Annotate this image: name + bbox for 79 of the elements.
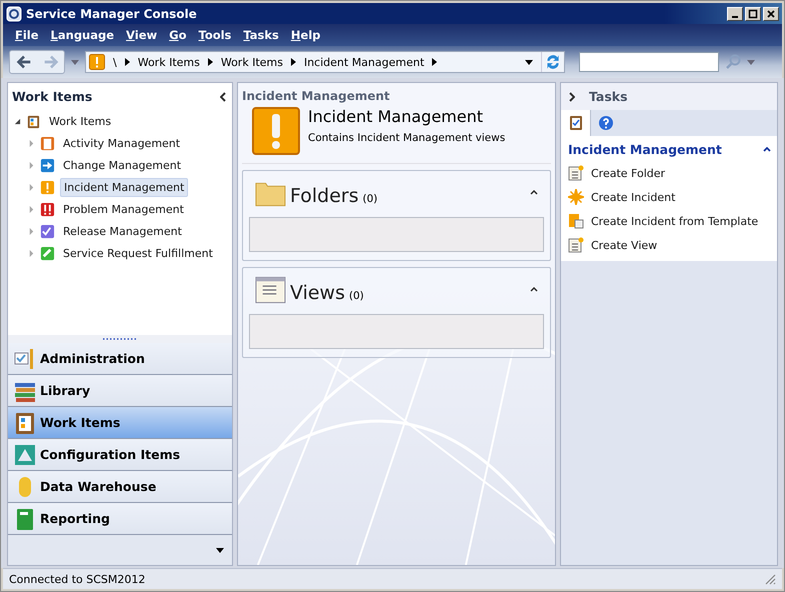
template-icon — [568, 213, 584, 229]
menu-item[interactable]: Tools — [192, 26, 238, 44]
content-title: Incident Management — [308, 107, 484, 126]
clipboard-icon — [568, 115, 584, 131]
chevron-icon[interactable] — [432, 58, 438, 66]
tasks-tab[interactable] — [561, 110, 591, 136]
item-count: (0) — [362, 193, 378, 207]
workspace-button[interactable]: Administration — [8, 343, 232, 375]
tree-item[interactable]: Service Request Fulfillment — [60, 244, 216, 262]
menu-item[interactable]: Language — [44, 26, 120, 44]
tree-item[interactable]: Problem Management — [60, 200, 187, 218]
task-link[interactable]: Create View — [591, 238, 658, 252]
status-text: Connected to SCSM2012 — [9, 572, 146, 586]
workspace-button[interactable]: Work Items — [8, 407, 232, 439]
back-arrow-icon — [14, 53, 32, 71]
chevron-icon[interactable] — [290, 58, 296, 66]
clipboard-icon — [26, 114, 41, 128]
warning-icon — [89, 54, 105, 70]
collapse-icon[interactable] — [220, 92, 226, 102]
menu-item[interactable]: Go — [163, 26, 192, 44]
workspace-button[interactable]: Data Warehouse — [8, 471, 232, 503]
chevron-icon[interactable] — [208, 58, 213, 66]
collapse-icon[interactable] — [530, 190, 538, 194]
close-button[interactable] — [763, 6, 779, 20]
forward-arrow-icon — [42, 53, 60, 71]
help-icon — [598, 115, 614, 131]
breadcrumb-item[interactable]: \ — [113, 56, 117, 68]
tree-item[interactable]: Release Management — [60, 222, 185, 240]
dropdown-icon[interactable] — [525, 60, 533, 64]
expander-icon[interactable] — [14, 118, 21, 124]
minimize-icon — [732, 16, 738, 18]
content-description: Contains Incident Management views — [308, 132, 506, 144]
breadcrumb-item[interactable]: Incident Management — [304, 56, 424, 68]
tree-item[interactable]: Incident Management — [60, 178, 188, 196]
minimize-button[interactable] — [727, 6, 743, 20]
new-list-icon — [568, 237, 584, 253]
check-icon — [40, 224, 55, 238]
resize-grip-icon[interactable] — [764, 573, 776, 585]
panel-title: Tasks — [589, 89, 628, 104]
menu-item[interactable]: Tasks — [237, 26, 285, 44]
collapse-icon[interactable] — [763, 147, 771, 152]
content-header: Incident Management — [242, 88, 390, 105]
workspace-button[interactable]: Reporting — [8, 503, 232, 535]
breadcrumb-item[interactable]: Work Items — [220, 56, 283, 68]
tree-item[interactable]: Work Items — [46, 112, 114, 130]
collapse-icon[interactable] — [530, 286, 538, 292]
app-icon — [6, 6, 22, 22]
item-count: (0) — [349, 290, 364, 304]
menu-item[interactable]: File — [9, 26, 45, 44]
close-icon — [765, 8, 777, 18]
window-title: Service Manager Console — [26, 6, 198, 20]
menu-item[interactable]: View — [120, 26, 164, 44]
menu-item[interactable]: Help — [284, 26, 326, 44]
clipboard-icon — [40, 136, 55, 150]
tree-item[interactable]: Activity Management — [60, 134, 184, 152]
maximize-button[interactable] — [745, 6, 761, 20]
task-group-title: Incident Management — [568, 142, 723, 157]
section-title: Folders — [290, 185, 359, 207]
tree-item[interactable]: Change Management — [60, 156, 184, 174]
breadcrumb-item[interactable]: Work Items — [138, 56, 200, 68]
section-title: Views — [290, 282, 345, 304]
maximize-icon — [747, 8, 759, 18]
workspace-icon — [13, 410, 37, 434]
workspace-button[interactable]: Library — [8, 375, 232, 407]
address-bar[interactable]: \ Work Items Work Items Incident Management — [85, 51, 565, 73]
expand-icon[interactable] — [569, 92, 575, 102]
panel-title: Work Items — [12, 89, 94, 104]
list-window-icon — [255, 276, 286, 304]
new-list-icon — [568, 165, 584, 181]
workspace-icon — [13, 442, 37, 466]
sparkle-icon — [568, 189, 584, 205]
dropdown-icon[interactable] — [216, 548, 224, 552]
exclamation-icon — [40, 180, 55, 194]
exclamation-icon — [252, 107, 300, 155]
workspace-button[interactable]: Configuration Items — [8, 439, 232, 471]
chevron-icon[interactable] — [124, 58, 130, 66]
exclamation-icon — [40, 202, 55, 216]
task-link[interactable]: Create Folder — [591, 166, 666, 180]
search-field[interactable] — [579, 52, 719, 72]
